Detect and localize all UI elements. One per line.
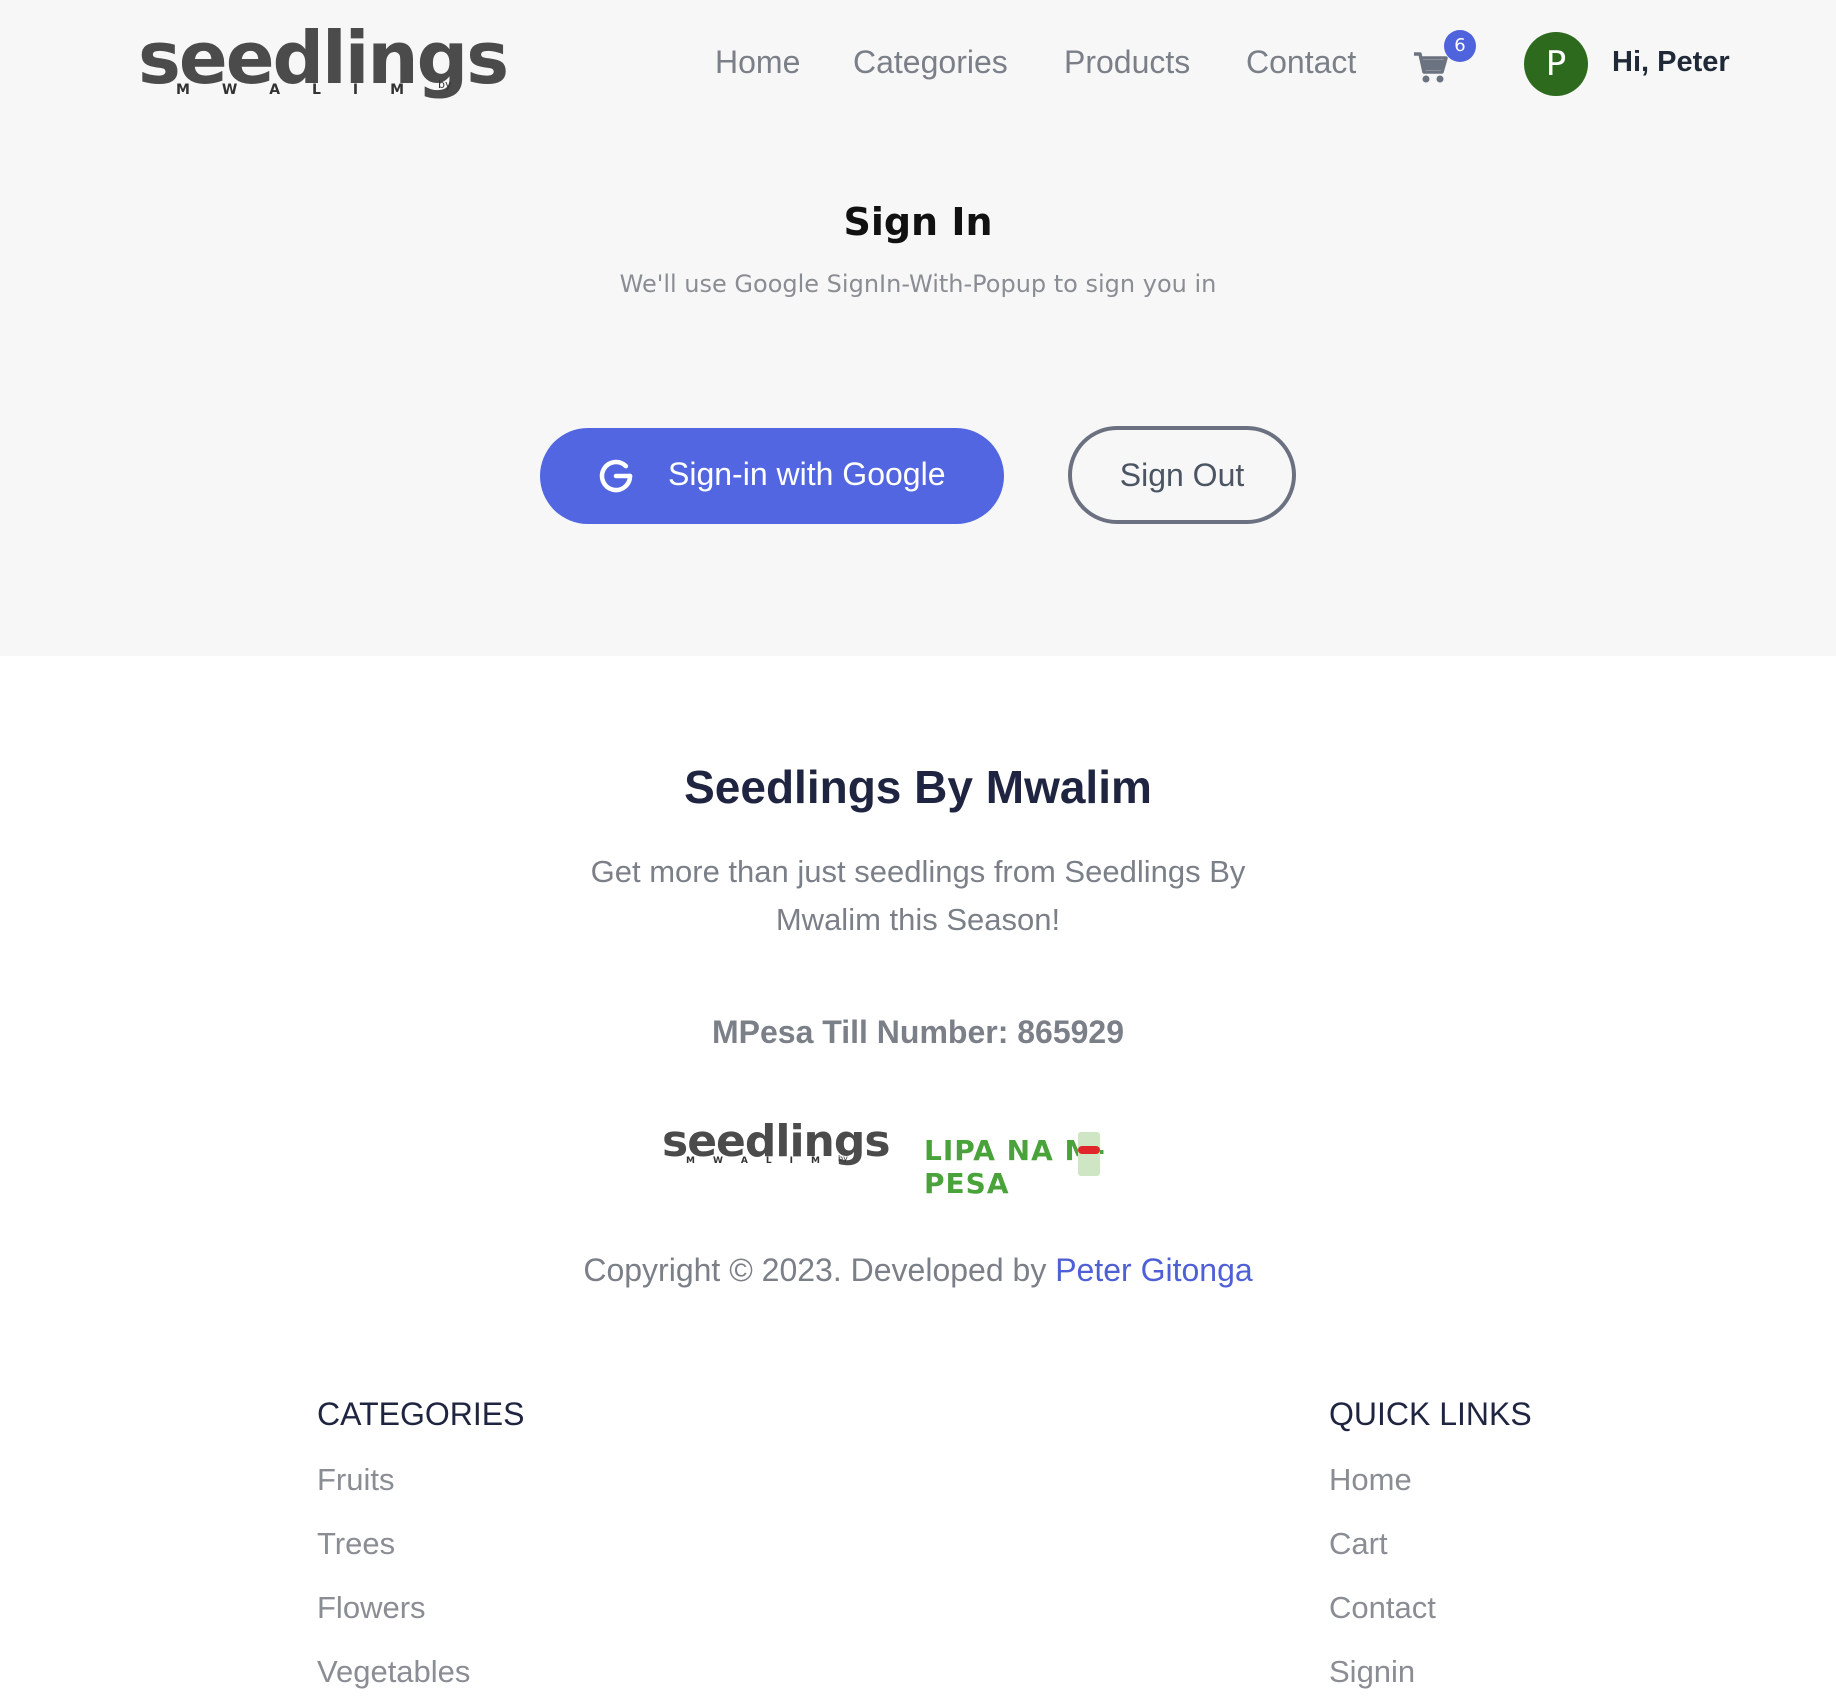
- mpesa-logo-text: LIPA NA M-PESA: [924, 1134, 1106, 1200]
- footer-tagline: Get more than just seedlings from Seedli…: [590, 854, 1246, 937]
- cart-count-badge: 6: [1444, 30, 1476, 62]
- avatar[interactable]: P: [1524, 32, 1588, 96]
- footer-category-flowers[interactable]: Flowers: [317, 1590, 426, 1626]
- footer-logo-sub-letters: M W A L I M: [686, 1156, 820, 1166]
- developer-link[interactable]: Peter Gitonga: [1055, 1252, 1252, 1288]
- page-subtitle: We'll use Google SignIn-With-Popup to si…: [619, 270, 1217, 298]
- footer-title: Seedlings By Mwalim: [684, 761, 1152, 813]
- copyright-text: Copyright © 2023. Developed by: [583, 1252, 1056, 1288]
- user-greeting: Hi, Peter: [1612, 46, 1730, 78]
- copyright: Copyright © 2023. Developed by Peter Git…: [0, 1252, 1836, 1289]
- categories-heading: CATEGORIES: [317, 1396, 525, 1432]
- mpesa-phone-icon: [1078, 1132, 1100, 1176]
- footer-category-vegetables[interactable]: Vegetables: [317, 1654, 470, 1690]
- footer-category-fruits[interactable]: Fruits: [317, 1462, 395, 1498]
- google-signin-label: Sign-in with Google: [668, 456, 946, 492]
- footer-logo: seedlings M W A L I M by: [662, 1120, 891, 1170]
- footer-logo-by: by: [838, 1154, 848, 1163]
- cart-icon[interactable]: [1412, 46, 1448, 86]
- mpesa-till-number: MPesa Till Number: 865929: [711, 1014, 1125, 1050]
- nav-categories[interactable]: Categories: [853, 44, 1008, 88]
- page-title: Sign In: [843, 200, 993, 244]
- site-logo[interactable]: seedlings M W A L I M by: [138, 22, 509, 102]
- nav-home[interactable]: Home: [715, 44, 800, 88]
- footer-link-cart[interactable]: Cart: [1329, 1526, 1388, 1562]
- footer-category-trees[interactable]: Trees: [317, 1526, 395, 1562]
- sign-out-button[interactable]: Sign Out: [1068, 426, 1296, 524]
- nav-products[interactable]: Products: [1064, 44, 1190, 88]
- logo-by: by: [438, 78, 452, 91]
- mpesa-logo: LIPA NA M-PESA: [924, 1128, 1164, 1200]
- quick-links-heading: QUICK LINKS: [1329, 1396, 1532, 1432]
- footer-link-signin[interactable]: Signin: [1329, 1654, 1415, 1690]
- google-icon: [592, 452, 640, 500]
- footer-link-contact[interactable]: Contact: [1329, 1590, 1436, 1626]
- logo-sub-letters: M W A L I M: [176, 82, 404, 98]
- google-signin-button[interactable]: Sign-in with Google: [540, 428, 1004, 524]
- nav-contact[interactable]: Contact: [1246, 44, 1356, 88]
- footer-link-home[interactable]: Home: [1329, 1462, 1412, 1498]
